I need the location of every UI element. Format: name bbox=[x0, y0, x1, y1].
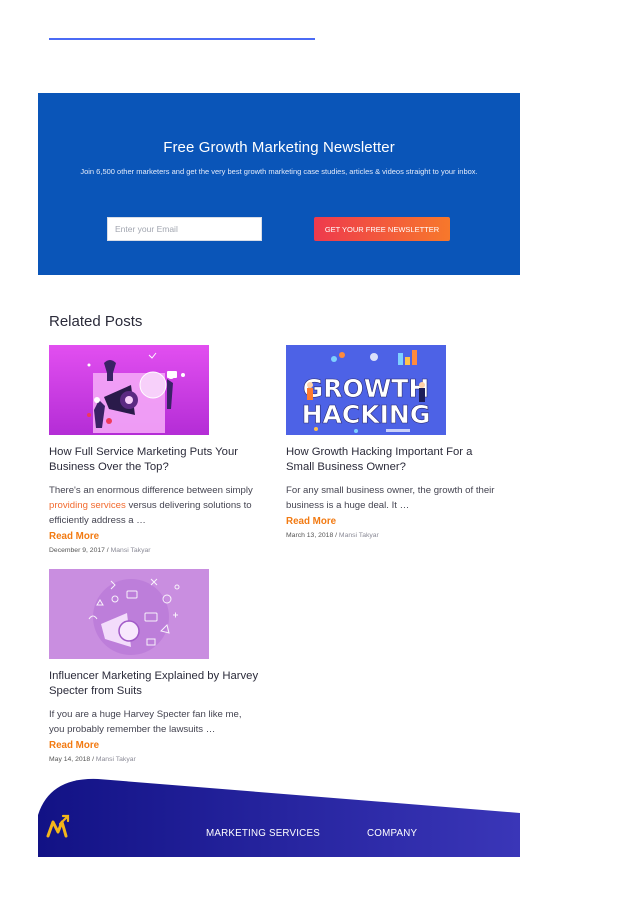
post-date: March 13, 2018 bbox=[286, 532, 334, 539]
post-meta: May 14, 2018 / Mansi Takyar bbox=[49, 756, 136, 763]
post-author[interactable]: Mansi Takyar bbox=[111, 547, 151, 554]
newsletter-title: Free Growth Marketing Newsletter bbox=[163, 139, 395, 156]
post-title[interactable]: How Full Service Marketing Puts Your Bus… bbox=[49, 445, 259, 475]
top-divider bbox=[49, 38, 315, 40]
site-footer: MARKETING SERVICES COMPANY bbox=[38, 775, 520, 857]
post-excerpt: There's an enormous difference between s… bbox=[49, 483, 259, 528]
get-newsletter-button[interactable]: GET YOUR FREE NEWSLETTER bbox=[314, 217, 450, 241]
newsletter-subtitle: Join 6,500 other marketers and get the v… bbox=[80, 167, 478, 176]
post-thumbnail[interactable]: GROWTH HACKING bbox=[286, 345, 446, 435]
related-post-card: How Full Service Marketing Puts Your Bus… bbox=[49, 345, 259, 554]
post-meta: December 9, 2017 / Mansi Takyar bbox=[49, 547, 151, 554]
post-date: December 9, 2017 bbox=[49, 547, 105, 554]
related-post-card: Influencer Marketing Explained by Harvey… bbox=[49, 569, 259, 763]
excerpt-text: There's an enormous difference between s… bbox=[49, 485, 253, 496]
m-arrow-logo-icon[interactable] bbox=[46, 814, 72, 838]
image-text-hacking: HACKING bbox=[302, 400, 431, 429]
influencer-megaphone-illustration-icon bbox=[49, 569, 209, 659]
post-meta: March 13, 2018 / Mansi Takyar bbox=[286, 532, 379, 539]
post-date: May 14, 2018 bbox=[49, 756, 91, 763]
providing-services-link[interactable]: providing services bbox=[49, 500, 126, 511]
post-title[interactable]: How Growth Hacking Important For a Small… bbox=[286, 445, 496, 475]
post-author[interactable]: Mansi Takyar bbox=[339, 532, 379, 539]
growth-hacking-illustration-icon: GROWTH HACKING bbox=[286, 345, 446, 435]
read-more-link[interactable]: Read More bbox=[286, 516, 496, 527]
post-title[interactable]: Influencer Marketing Explained by Harvey… bbox=[49, 669, 259, 699]
megaphone-illustration-icon bbox=[49, 345, 209, 435]
footer-nav-company[interactable]: COMPANY bbox=[367, 828, 417, 839]
newsletter-banner: Free Growth Marketing Newsletter Join 6,… bbox=[38, 93, 520, 275]
post-excerpt: If you are a huge Harvey Specter fan lik… bbox=[49, 709, 242, 735]
post-excerpt: For any small business owner, the growth… bbox=[286, 485, 495, 511]
read-more-link[interactable]: Read More bbox=[49, 531, 259, 542]
related-posts-heading: Related Posts bbox=[49, 313, 143, 330]
footer-nav-marketing-services[interactable]: MARKETING SERVICES bbox=[206, 828, 320, 839]
email-field[interactable] bbox=[107, 217, 262, 241]
post-author[interactable]: Mansi Takyar bbox=[96, 756, 136, 763]
footer-background bbox=[38, 778, 520, 857]
related-post-card: GROWTH HACKING How Growth Hacking Import… bbox=[286, 345, 496, 539]
post-thumbnail[interactable] bbox=[49, 569, 209, 659]
post-thumbnail[interactable] bbox=[49, 345, 209, 435]
read-more-link[interactable]: Read More bbox=[49, 740, 259, 751]
image-text-growth: GROWTH bbox=[303, 374, 430, 403]
